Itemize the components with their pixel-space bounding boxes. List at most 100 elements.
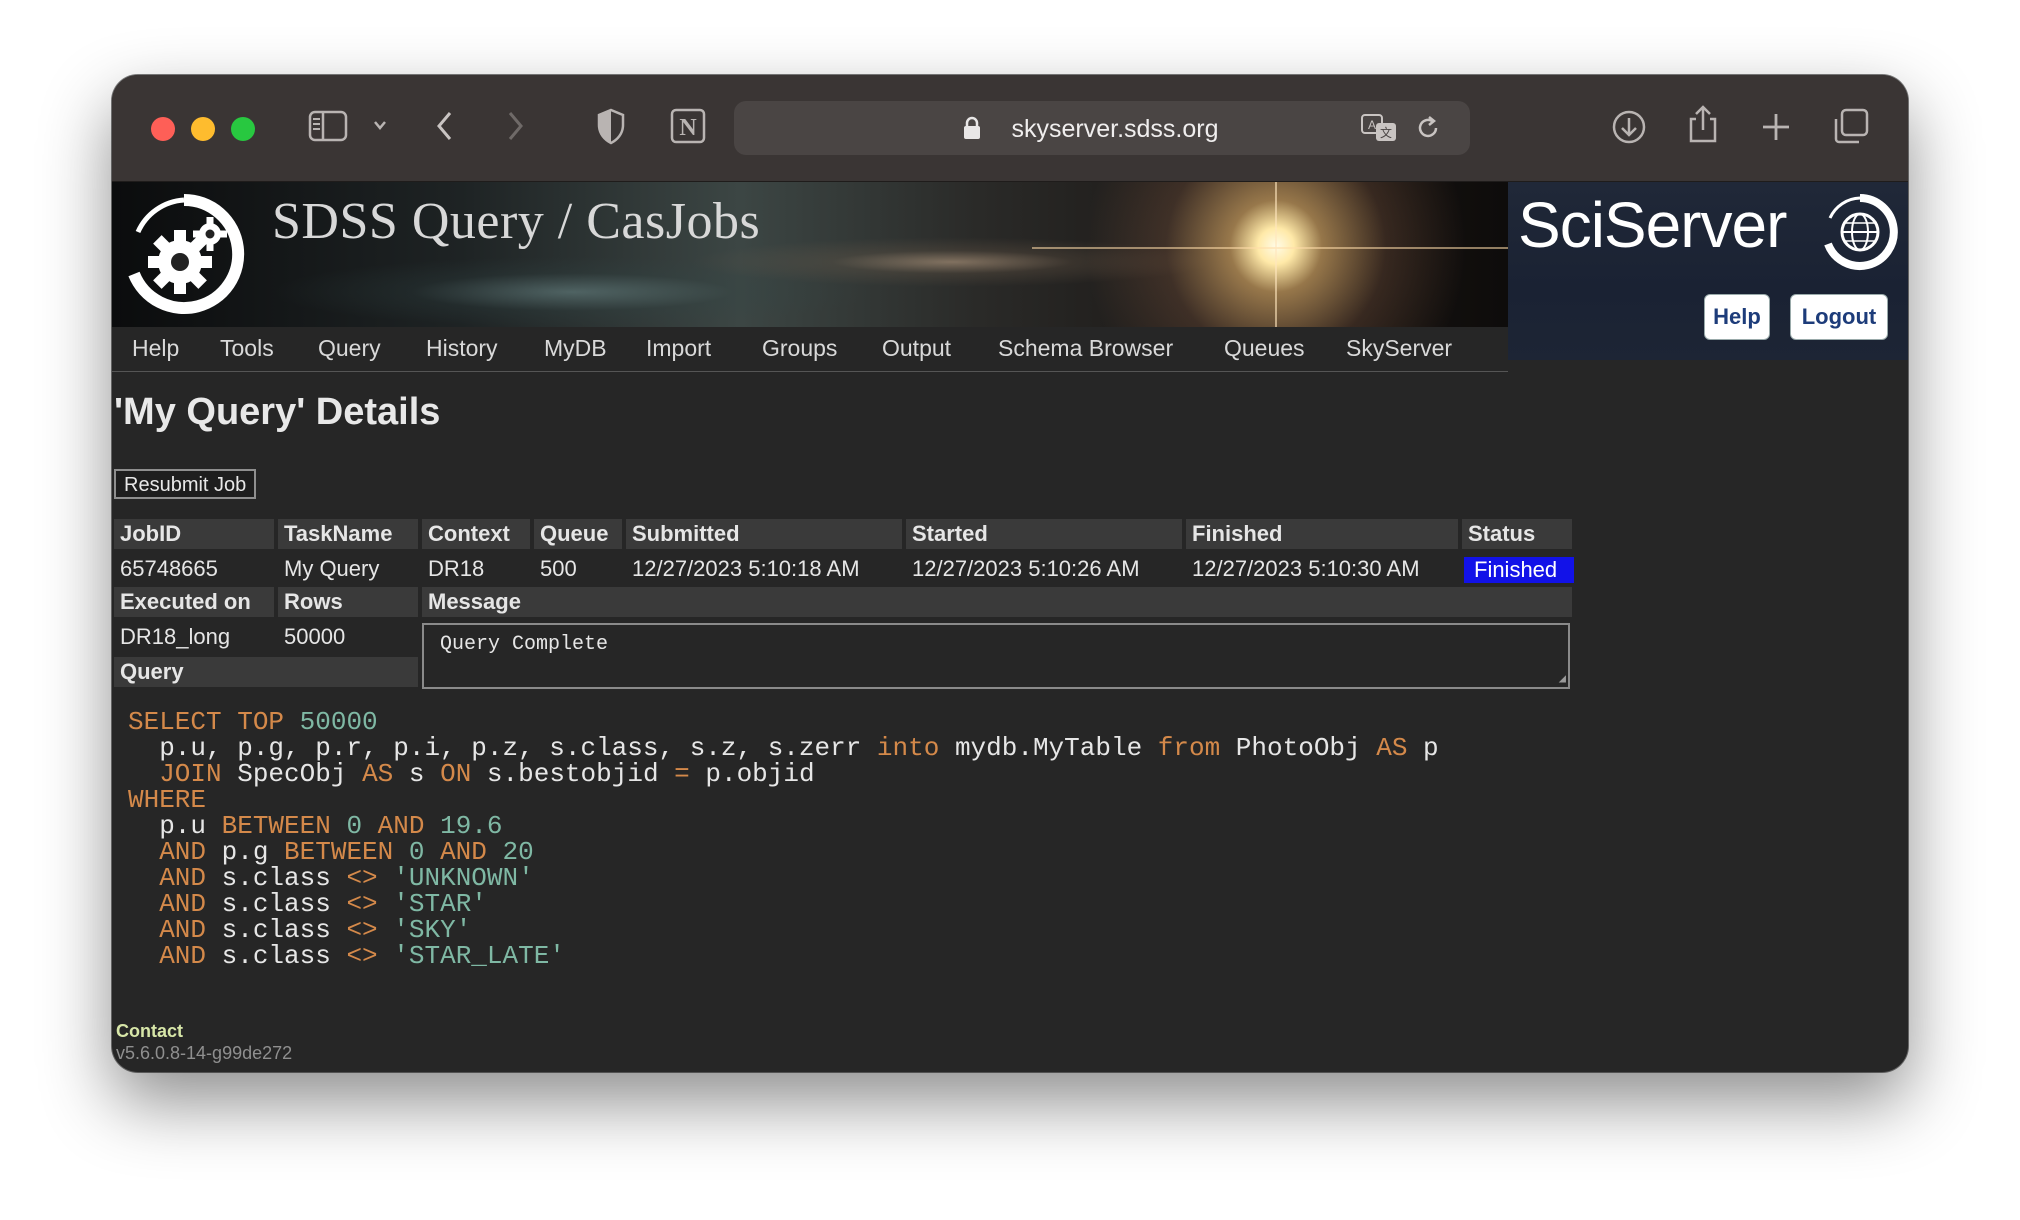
query-token: AS bbox=[1376, 733, 1408, 763]
nav-mydb[interactable]: MyDB bbox=[544, 335, 607, 362]
sciserver-panel: SciServer Help Logout bbox=[1508, 182, 1908, 360]
zoom-window-button[interactable] bbox=[231, 117, 255, 141]
nav-schema-browser[interactable]: Schema Browser bbox=[998, 335, 1173, 362]
casjobs-gear-logo[interactable] bbox=[122, 192, 246, 316]
header-context: Context bbox=[422, 519, 530, 549]
forward-icon[interactable] bbox=[504, 109, 526, 143]
header-started: Started bbox=[906, 519, 1182, 549]
query-token: s.bestobjid bbox=[471, 759, 675, 789]
query-line: AND s.class <> 'STAR' bbox=[128, 891, 1439, 917]
reload-icon[interactable] bbox=[1414, 114, 1442, 142]
chevron-down-icon[interactable] bbox=[372, 117, 388, 133]
header-message: Message bbox=[422, 587, 1572, 617]
query-line: AND s.class <> 'SKY' bbox=[128, 917, 1439, 943]
resize-grip-icon[interactable]: ◢ bbox=[1559, 673, 1566, 685]
query-line: SELECT TOP 50000 bbox=[128, 709, 1439, 735]
query-token: into bbox=[876, 733, 940, 763]
back-icon[interactable] bbox=[434, 109, 456, 143]
header-executed-on: Executed on bbox=[114, 587, 274, 617]
header-queue: Queue bbox=[534, 519, 622, 549]
header-jobid: JobID bbox=[114, 519, 274, 549]
nav-help[interactable]: Help bbox=[132, 335, 179, 362]
query-token: 'STAR_LATE' bbox=[393, 941, 565, 971]
rows-value: 50000 bbox=[284, 624, 346, 649]
query-line: JOIN SpecObj AS s ON s.bestobjid = p.obj… bbox=[128, 761, 1439, 787]
nav-import[interactable]: Import bbox=[646, 335, 711, 362]
jobid-value: 65748665 bbox=[120, 556, 218, 581]
browser-toolbar: N skyserver.sdss.org A 文 bbox=[112, 75, 1908, 182]
notion-extension-icon[interactable]: N bbox=[669, 107, 707, 145]
finished-value: 12/27/2023 5:10:30 AM bbox=[1192, 556, 1420, 581]
casjobs-banner: SDSS Query / CasJobs bbox=[112, 182, 1508, 327]
svg-text:N: N bbox=[679, 115, 697, 141]
query-line: p.u BETWEEN 0 AND 19.6 bbox=[128, 813, 1439, 839]
sidebar-icon[interactable] bbox=[308, 109, 348, 143]
main-nav: Help Tools Query History MyDB Import Gro… bbox=[112, 327, 1508, 372]
nav-queues[interactable]: Queues bbox=[1224, 335, 1305, 362]
contact-link[interactable]: Contact bbox=[116, 1021, 183, 1042]
address-bar[interactable]: skyserver.sdss.org A 文 bbox=[734, 101, 1470, 155]
close-window-button[interactable] bbox=[151, 117, 175, 141]
svg-text:A: A bbox=[1368, 118, 1376, 132]
header-submitted: Submitted bbox=[626, 519, 902, 549]
query-line: p.u, p.g, p.r, p.i, p.z, s.class, s.z, s… bbox=[128, 733, 1439, 763]
header-finished: Finished bbox=[1186, 519, 1458, 549]
version-text: v5.6.0.8-14-g99de272 bbox=[116, 1043, 293, 1063]
new-tab-icon[interactable] bbox=[1760, 111, 1792, 143]
page-title: 'My Query' Details bbox=[114, 391, 441, 433]
query-token: from bbox=[1157, 733, 1221, 763]
query-token: s bbox=[393, 759, 441, 789]
nav-skyserver[interactable]: SkyServer bbox=[1346, 335, 1452, 362]
header-rows: Rows bbox=[278, 587, 418, 617]
header-status: Status bbox=[1462, 519, 1572, 549]
query-token: PhotoObj bbox=[1220, 733, 1377, 763]
status-badge: Finished bbox=[1464, 557, 1574, 583]
nav-query[interactable]: Query bbox=[318, 335, 381, 362]
privacy-shield-icon[interactable] bbox=[596, 107, 626, 145]
message-text: Query Complete bbox=[440, 633, 609, 656]
translate-icon[interactable]: A 文 bbox=[1360, 113, 1398, 143]
query-token: AS bbox=[362, 759, 394, 789]
header-query: Query bbox=[114, 657, 418, 687]
query-line: WHERE bbox=[128, 787, 1439, 813]
query-token: ON bbox=[440, 759, 472, 789]
nav-groups[interactable]: Groups bbox=[762, 335, 837, 362]
started-value: 12/27/2023 5:10:26 AM bbox=[912, 556, 1140, 581]
svg-text:文: 文 bbox=[1380, 125, 1392, 140]
message-textarea[interactable]: Query Complete ◢ bbox=[422, 623, 1570, 689]
query-token: mydb.MyTable bbox=[939, 733, 1158, 763]
query-token: SpecObj bbox=[221, 759, 363, 789]
browser-window: N skyserver.sdss.org A 文 SDSS Query / Ca… bbox=[112, 75, 1908, 1072]
minimize-window-button[interactable] bbox=[191, 117, 215, 141]
resubmit-job-button[interactable]: Resubmit Job bbox=[114, 469, 257, 499]
query-token: p bbox=[1407, 733, 1439, 763]
nav-output[interactable]: Output bbox=[882, 335, 951, 362]
header-taskname: TaskName bbox=[278, 519, 418, 549]
query-code: SELECT TOP 50000 p.u, p.g, p.r, p.i, p.z… bbox=[128, 709, 1439, 969]
query-line: AND s.class <> 'UNKNOWN' bbox=[128, 865, 1439, 891]
submitted-value: 12/27/2023 5:10:18 AM bbox=[632, 556, 860, 581]
context-value: DR18 bbox=[428, 556, 485, 581]
query-token: s.class bbox=[206, 941, 347, 971]
star-flare bbox=[1032, 182, 1508, 327]
query-token: p.objid bbox=[689, 759, 815, 789]
nav-tools[interactable]: Tools bbox=[220, 335, 274, 362]
header-help-button[interactable]: Help bbox=[1704, 294, 1770, 340]
sciserver-brand[interactable]: SciServer bbox=[1518, 188, 1787, 262]
share-icon[interactable] bbox=[1685, 103, 1721, 145]
taskname-value: My Query bbox=[284, 556, 380, 581]
tab-overview-icon[interactable] bbox=[1832, 107, 1870, 145]
nav-history[interactable]: History bbox=[426, 335, 498, 362]
logout-button[interactable]: Logout bbox=[1790, 294, 1888, 340]
query-token: <> bbox=[346, 941, 378, 971]
queue-value: 500 bbox=[540, 556, 577, 581]
banner-title: SDSS Query / CasJobs bbox=[272, 193, 761, 250]
query-line: AND p.g BETWEEN 0 AND 20 bbox=[128, 839, 1439, 865]
query-token: = bbox=[674, 759, 690, 789]
query-token bbox=[378, 941, 394, 971]
globe-icon[interactable] bbox=[1820, 192, 1900, 272]
query-line: AND s.class <> 'STAR_LATE' bbox=[128, 943, 1439, 969]
query-token: AND bbox=[128, 941, 207, 971]
download-icon[interactable] bbox=[1610, 108, 1648, 146]
executed-on-value: DR18_long bbox=[120, 624, 231, 649]
